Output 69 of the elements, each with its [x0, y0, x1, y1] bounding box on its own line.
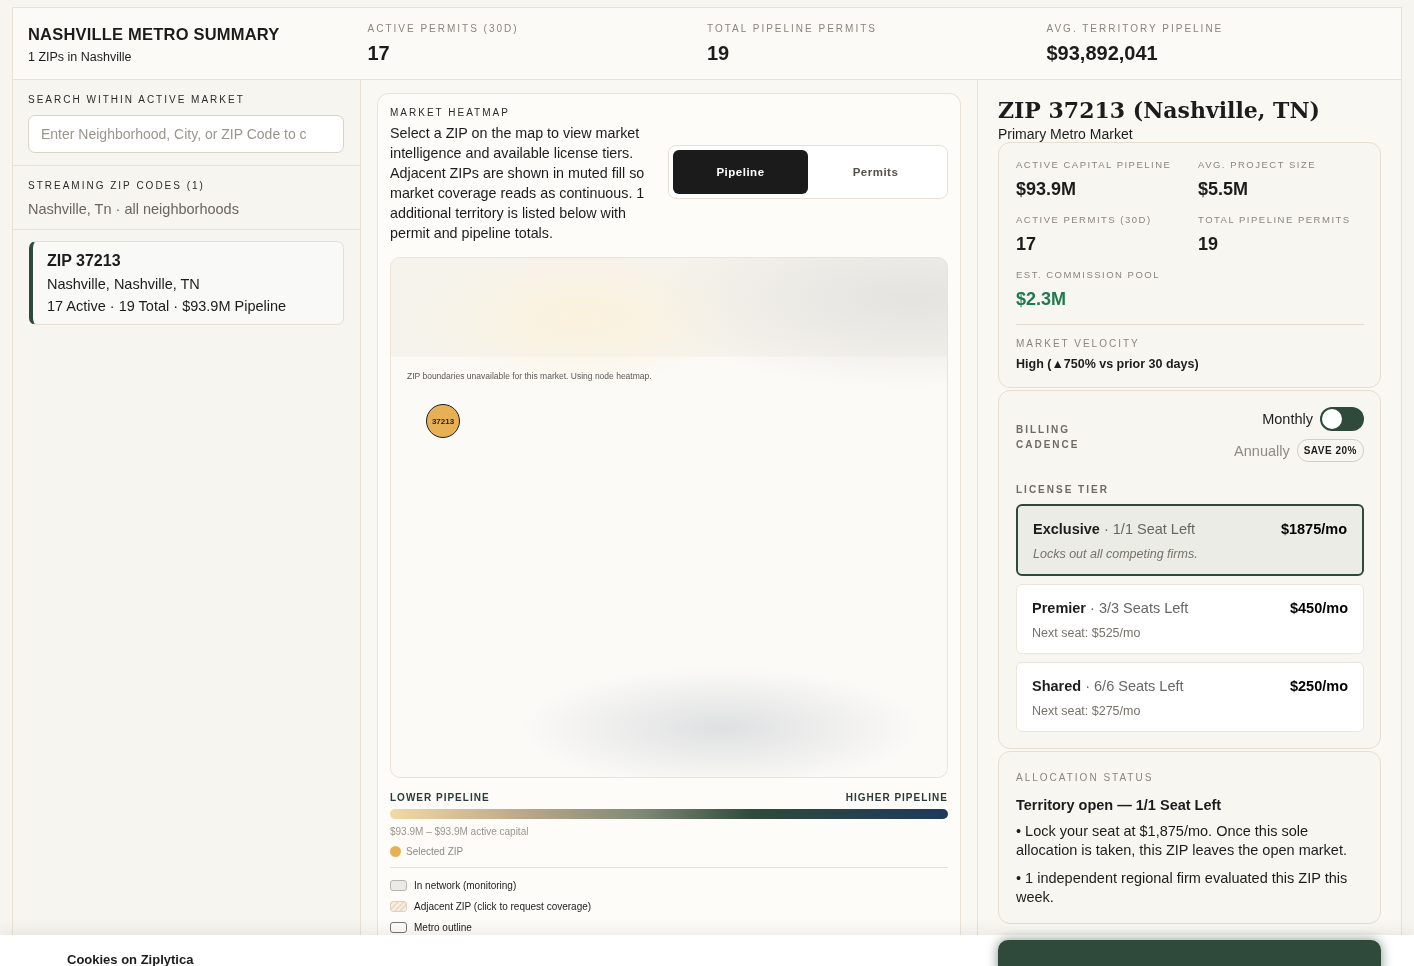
legend-label: Selected ZIP [406, 846, 464, 857]
summary-subtitle: 1 ZIPs in Nashville [28, 50, 133, 64]
legend-swatch [390, 901, 407, 912]
cookie-title: Cookies on Ziplytica [67, 952, 194, 966]
scale-low-label: LOWER PIPELINE [390, 792, 490, 803]
tier-name: Exclusive · 1/1 Seat Left [1033, 521, 1196, 537]
zip-node[interactable]: 37213 [426, 404, 460, 438]
stat-value: $93.9M [1016, 179, 1078, 200]
search-field[interactable]: Enter Neighborhood, City, or ZIP Code to c [28, 115, 344, 153]
tier-name: Premier · 3/3 Seats Left [1032, 600, 1189, 616]
velocity-value: High (▲750% vs prior 30 days) [1016, 357, 1200, 371]
streaming-text: Nashville, Tn · all neighborhoods [28, 201, 240, 217]
tier-price: $250/mo [1289, 678, 1348, 694]
zip-totals: 17 Active · 19 Total · $93.9M Pipeline [47, 298, 288, 314]
tier-option[interactable]: Shared · 6/6 Seats Left $250/mo Next seat: $275/mo [1016, 662, 1364, 732]
selected-dot-icon [390, 846, 401, 857]
range-text: $93.9M – $93.9M active capital [390, 826, 530, 837]
allocation-title: Territory open — 1/1 Seat Left [1016, 797, 1223, 813]
stat-value: 19 [1198, 234, 1220, 255]
billing-switch[interactable] [1320, 407, 1364, 431]
stat-label: ACTIVE PERMITS (30D) [1016, 214, 1153, 225]
zip-title: ZIP 37213 [47, 252, 122, 270]
stat-value: $5.5M [1198, 179, 1250, 200]
legend-swatch [390, 880, 407, 891]
legend-label: Adjacent ZIP (click to request coverage) [414, 901, 592, 912]
stat-value: $2.3M [1016, 289, 1068, 310]
stat-label: EST. COMMISSION POOL [1016, 269, 1162, 280]
zip-heading: ZIP 37213 (Nashville, TN) [998, 97, 1321, 123]
search-label: SEARCH WITHIN ACTIVE MARKET [28, 94, 246, 105]
stat-value: $93,892,041 [1046, 42, 1159, 65]
stat-label: AVG. TERRITORY PIPELINE [1046, 23, 1225, 34]
stat-label: TOTAL PIPELINE PERMITS [1198, 214, 1352, 225]
stat-value: 17 [367, 42, 391, 65]
billing-option[interactable]: Monthly [1262, 411, 1313, 427]
legend-swatch [390, 922, 407, 933]
stat-value: 17 [1016, 234, 1038, 255]
tier-option[interactable]: Premier · 3/3 Seats Left $450/mo Next seat: $525/mo [1016, 584, 1364, 654]
stat-label: ACTIVE PERMITS (30D) [367, 23, 520, 34]
legend-label: In network (monitoring) [414, 880, 517, 891]
map-note: ZIP boundaries unavailable for this market. Using node heatmap. [407, 371, 652, 381]
stat-label: AVG. PROJECT SIZE [1198, 159, 1318, 170]
velocity-label: MARKET VELOCITY [1016, 338, 1141, 349]
stat-label: TOTAL PIPELINE PERMITS [707, 23, 878, 34]
allocation-label: ALLOCATION STATUS [1016, 772, 1155, 783]
mode-tab[interactable]: Permits [808, 150, 943, 194]
scale-high-label: HIGHER PIPELINE [845, 792, 948, 803]
stat-value: 19 [707, 42, 731, 65]
tier-option[interactable]: Exclusive · 1/1 Seat Left $1875/mo Locks out all competing firms. [1016, 504, 1364, 576]
tier-note: Next seat: $525/mo [1032, 626, 1142, 640]
summary-title: NASHVILLE METRO SUMMARY [28, 25, 281, 44]
license-label: LICENSE TIER [1016, 484, 1110, 495]
legend-label: Metro outline [414, 922, 472, 933]
heatmap-description: Select a ZIP on the map to view market intelligence and available license tiers. Adjacent ZIPs are shown in muted fill so market coverage reads as continuous. 1 additional territory is listed below with permit and pipeline totals. [390, 124, 646, 243]
allocation-point: • Lock your seat at $1,875/mo. Once this sole allocation is taken, this ZIP leaves the open market. [1016, 822, 1348, 860]
zip-place: Nashville, Nashville, TN [47, 276, 201, 292]
tier-name: Shared · 6/6 Seats Left [1032, 678, 1184, 694]
zip-subheading: Primary Metro Market [998, 126, 1134, 142]
zip-card[interactable]: ZIP 37213 Nashville, Nashville, TN 17 Active · 19 Total · $93.9M Pipeline [29, 241, 344, 325]
stat-label: ACTIVE CAPITAL PIPELINE [1016, 159, 1173, 170]
tier-price: $450/mo [1289, 600, 1348, 616]
streaming-label: STREAMING ZIP CODES (1) [28, 180, 206, 191]
billing-label: BILLING CADENCE [1016, 423, 1081, 452]
tier-note: Next seat: $275/mo [1032, 704, 1142, 718]
save-badge: SAVE 20% [1296, 439, 1364, 462]
allocation-point: • 1 independent regional firm evaluated this ZIP this week. [1016, 869, 1349, 907]
heatmap-title: MARKET HEATMAP [390, 107, 511, 118]
tier-price: $1875/mo [1280, 521, 1347, 537]
mode-tab[interactable]: Pipeline [673, 150, 808, 194]
tier-note: Locks out all competing firms. [1033, 547, 1199, 561]
